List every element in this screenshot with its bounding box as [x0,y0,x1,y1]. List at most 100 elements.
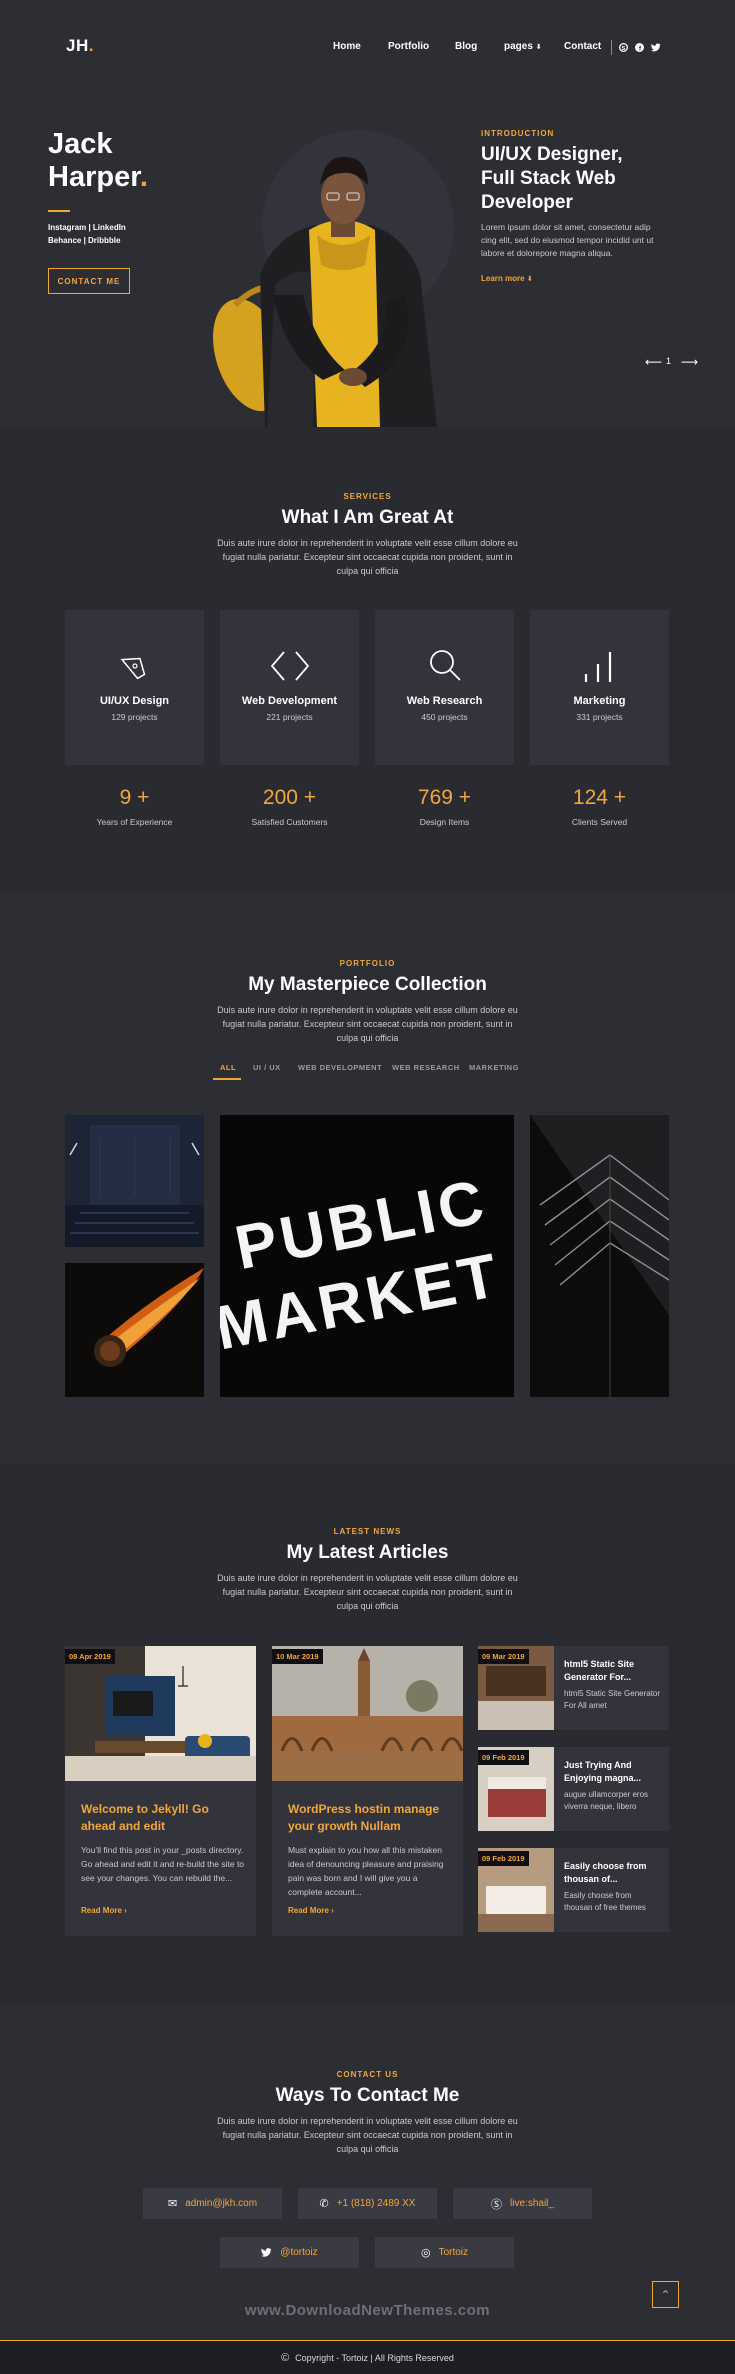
blog-post-card[interactable]: 10 Mar 2019 WordPress hostin manage your… [272,1646,463,1936]
portfolio-item-building[interactable] [530,1115,669,1397]
logo-text: JH [66,36,89,55]
contact-skype[interactable]: Ⓢlive:shail_ [453,2188,592,2219]
contact-phone[interactable]: ✆ +1 (818) 2489 XX [298,2188,437,2219]
bar-chart-icon [584,652,612,682]
contact-dribbble[interactable]: ◎ Tortoiz [375,2237,514,2268]
service-projects: 221 projects [266,712,313,722]
slider-prev-arrow-icon[interactable]: ⟵ [645,355,662,369]
service-card-marketing[interactable]: Marketing 331 projects [530,610,669,765]
logo-dot: . [88,36,94,55]
service-projects: 331 projects [576,712,623,722]
services-description: Duis aute irure dolor in reprehenderit i… [217,538,518,576]
portfolio-item-corridor[interactable] [65,1115,204,1247]
twitter-icon [261,2248,272,2257]
service-title: Web Research [406,695,483,707]
service-card-research[interactable]: Web Research 450 projects [375,610,514,765]
hero-name: Jack Harper. [48,128,148,194]
news-title: My Latest Articles [286,1542,449,1563]
filter-web-research[interactable]: WEB RESEARCH [392,1063,460,1072]
filter-uiux[interactable]: UI / UX [253,1063,281,1072]
top-navigation: JH. Home Portfolio Blog pages ⬇ Contact … [0,0,735,95]
filter-all[interactable]: ALL [220,1063,236,1072]
read-more-label: Read More [81,1906,122,1915]
nav-blog[interactable]: Blog [455,41,477,52]
intro-label: INTRODUCTION [481,129,555,138]
blog-post-card[interactable]: 08 Apr 2019 Welcome to Jekyll! Go ahead … [65,1646,256,1936]
stat-number: 769 + [417,786,472,809]
code-brackets-icon [270,651,310,681]
service-card-uiux[interactable]: UI/UX Design 129 projects [65,610,204,765]
watermark: www.DownloadNewThemes.com [244,2302,491,2319]
stat-number: 124 + [572,786,627,809]
nav-portfolio[interactable]: Portfolio [388,41,429,52]
contact-phone-text: +1 (818) 2489 XX [336,2198,416,2209]
news-description: Duis aute irure dolor in reprehenderit i… [217,1573,518,1611]
service-card-webdev[interactable]: Web Development 221 projects [220,610,359,765]
contact-skype-text: live:shail_ [510,2198,554,2209]
side-post-card[interactable]: 09 Mar 2019 html5 Static Site Generator … [478,1646,669,1730]
intro-text: Lorem ipsum dolor sit amet, consectetur … [481,222,654,258]
phone-icon: ✆ [319,2198,329,2210]
side-post-card[interactable]: 09 Feb 2019 Easily choose from thousan o… [478,1848,669,1932]
footer-copyright-text: Copyright - Tortoiz | All Rights Reserve… [295,2352,454,2363]
portfolio-item-flame[interactable] [65,1263,204,1397]
intro-title: UI/UX Designer, Full Stack Web Developer [481,144,623,213]
chevron-down-icon: ⬇ [526,276,533,283]
hero-links-line1[interactable]: Instagram | LinkedIn [48,221,126,234]
stat-label: Satisfied Customers [251,817,328,827]
side-post-title[interactable]: Just Trying And Enjoying magna... [564,1759,660,1785]
post-date-badge: 09 Feb 2019 [478,1851,529,1866]
logo[interactable]: JH. [66,36,94,56]
hero-portrait [213,156,437,427]
hero-name-dot: . [139,161,148,193]
slide-number: 1 [666,356,672,366]
nav-home[interactable]: Home [333,41,361,52]
side-post-title[interactable]: html5 Static Site Generator For... [564,1658,660,1684]
portfolio-label: PORTFOLIO [339,959,396,968]
post-title[interactable]: WordPress hostin manage your growth Null… [288,1801,453,1835]
filter-web-development[interactable]: WEB DEVELOPMENT [298,1063,382,1072]
contact-email-text: admin@jkh.com [185,2198,258,2209]
nav-divider [611,40,612,55]
side-post-title[interactable]: Easily choose from thousan of... [564,1860,660,1886]
services-label: SERVICES [343,492,392,501]
contact-twitter[interactable]: @tortoiz [220,2237,359,2268]
service-projects: 129 projects [111,712,158,722]
services-title: What I Am Great At [281,507,454,528]
read-more-link[interactable]: Read More › [81,1906,127,1915]
skype-icon[interactable]: S [619,43,628,52]
nav-contact[interactable]: Contact [564,41,601,52]
contact-me-button[interactable]: CONTACT ME [48,268,130,294]
svg-text:S: S [622,46,626,52]
filter-marketing[interactable]: MARKETING [469,1063,519,1072]
read-more-link[interactable]: Read More › [288,1906,334,1915]
side-post-text: augue ullamcorper eros viverra neque, li… [564,1790,649,1811]
twitter-icon[interactable] [651,43,661,52]
post-excerpt: You’ll find this post in your _posts dir… [81,1845,245,1883]
learn-more-link[interactable]: Learn more ⬇ [481,274,533,283]
hero-links-line2[interactable]: Behance | Dribbble [48,234,126,247]
hero-last-name: Harper [48,161,140,193]
filter-active-underline [213,1078,241,1080]
contact-dribbble-text: Tortoiz [438,2247,469,2258]
footer: © Copyright - Tortoiz | All Rights Reser… [0,2340,735,2374]
service-projects: 450 projects [421,712,468,722]
contact-twitter-text: @tortoiz [280,2247,318,2258]
envelope-icon: ✉ [167,2198,178,2210]
portfolio-item-public-market[interactable]: PUBLIC MARKET [220,1115,514,1397]
side-post-text: Easily choose from thousan of free theme… [564,1891,646,1912]
read-more-label: Read More [288,1906,329,1915]
chevron-right-icon: › [124,1906,127,1915]
hero-social-links: Instagram | LinkedIn Behance | Dribbble [48,221,126,247]
portfolio-title: My Masterpiece Collection [248,974,487,995]
side-post-text: html5 Static Site Generator For All amet [564,1689,661,1710]
hero-accent-bar [48,210,70,212]
side-post-card[interactable]: 09 Feb 2019 Just Trying And Enjoying mag… [478,1747,669,1831]
nav-pages[interactable]: pages ⬇ [504,41,542,52]
contact-email[interactable]: ✉ admin@jkh.com [143,2188,282,2219]
post-title[interactable]: Welcome to Jekyll! Go ahead and edit [81,1801,246,1835]
slider-next-arrow-icon[interactable]: ⟶ [681,355,698,369]
facebook-icon[interactable]: f [635,43,644,52]
nav-pages-label: pages [504,41,533,52]
stat-number: 9 + [119,786,150,809]
